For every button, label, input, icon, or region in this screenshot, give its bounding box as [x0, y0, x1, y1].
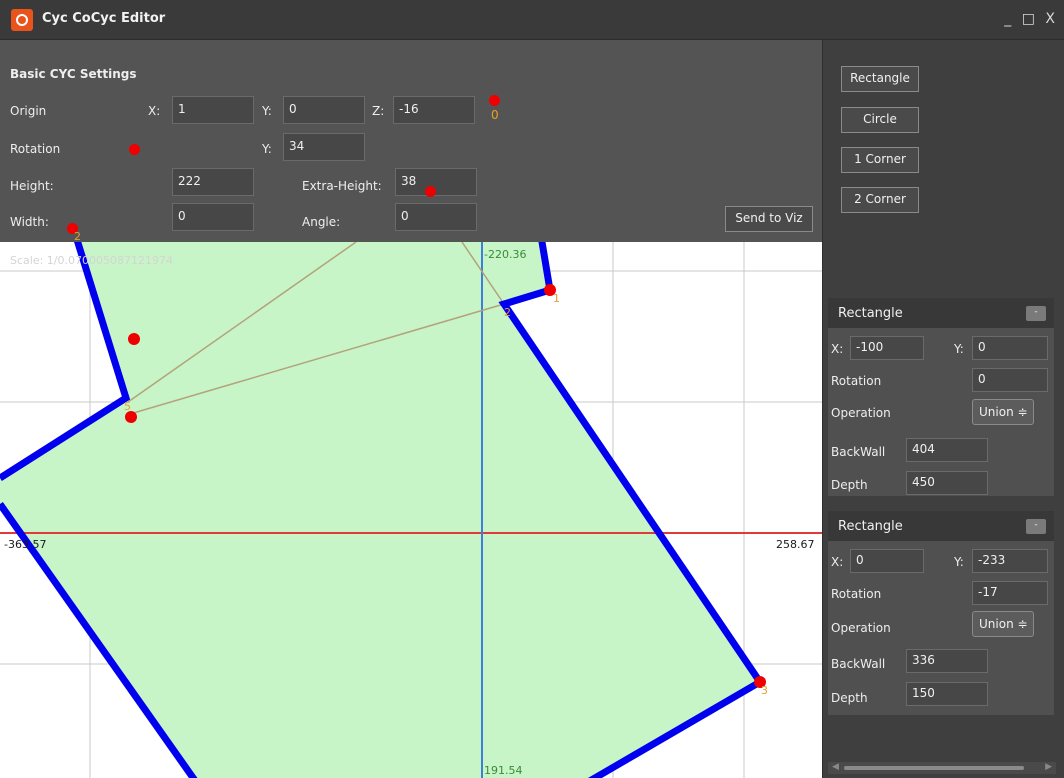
shape-rotation-label: Rotation [831, 587, 882, 601]
shape-backwall-input[interactable]: 404 [906, 438, 988, 462]
x-axis-right-label: 258.67 [776, 538, 815, 551]
origin-marker-label: 0 [491, 108, 499, 122]
shape-operation-label: Operation [831, 406, 891, 420]
shape-card-title: Rectangle [838, 306, 903, 321]
cyc-canvas[interactable]: Scale: 1/0.070005087121974 -220.36 191.5… [0, 242, 822, 778]
shape-x-label: X: [831, 555, 844, 569]
vertex-label: 3 [761, 684, 768, 697]
shape-card-rectangle-2: Rectangle - X: 0 Y: -233 Rotation -17 Op… [828, 511, 1054, 715]
scrollbar-thumb[interactable] [844, 766, 1024, 770]
rotation-point-marker[interactable] [129, 144, 140, 155]
scale-label: Scale: 1/0.070005087121974 [10, 254, 173, 267]
add-1-corner-button[interactable]: 1 Corner [841, 147, 919, 173]
origin-y-input[interactable]: 0 [283, 96, 365, 124]
width-input[interactable]: 0 [172, 203, 254, 231]
extra-height-input[interactable]: 38 [395, 168, 477, 196]
shape-depth-input[interactable]: 450 [906, 471, 988, 495]
send-to-viz-button[interactable]: Send to Viz [725, 206, 813, 232]
shape-x-input[interactable]: -100 [850, 336, 924, 360]
shape-card-title: Rectangle [838, 519, 903, 534]
shape-backwall-label: BackWall [831, 657, 886, 671]
origin-z-input[interactable]: -16 [393, 96, 475, 124]
shape-operation-select[interactable]: Union ≑ [972, 399, 1034, 425]
shape-card-header: Rectangle - [828, 511, 1054, 541]
y-axis-bottom-label: 191.54 [484, 764, 523, 777]
add-rectangle-button[interactable]: Rectangle [841, 66, 919, 92]
vertex-label: 1 [553, 292, 560, 305]
height-label: Height: [10, 179, 54, 193]
shape-operation-select[interactable]: Union ≑ [972, 611, 1034, 637]
scroll-right-icon[interactable]: ▶ [1045, 762, 1052, 772]
shape-depth-label: Depth [831, 478, 868, 492]
rotation-y-input[interactable]: 34 [283, 133, 365, 161]
collapse-button[interactable]: - [1026, 306, 1046, 321]
shape-backwall-input[interactable]: 336 [906, 649, 988, 673]
window-title: Cyc CoCyc Editor [42, 11, 166, 26]
shape-y-label: Y: [954, 555, 964, 569]
extra-height-point-marker[interactable] [425, 186, 436, 197]
shape-rotation-input[interactable]: -17 [972, 581, 1048, 605]
shape-y-label: Y: [954, 342, 964, 356]
shape-card-rectangle-1: Rectangle - X: -100 Y: 0 Rotation 0 Oper… [828, 298, 1054, 496]
vertex-label: 2 [504, 306, 511, 319]
add-circle-button[interactable]: Circle [841, 107, 919, 133]
shape-x-input[interactable]: 0 [850, 549, 924, 573]
title-bar: Cyc CoCyc Editor _ □ X [0, 0, 1064, 40]
origin-x-input[interactable]: 1 [172, 96, 254, 124]
shape-depth-label: Depth [831, 691, 868, 705]
origin-z-label: Z: [372, 104, 385, 118]
scroll-left-icon[interactable]: ◀ [832, 762, 839, 772]
y-axis-top-label: -220.36 [484, 248, 527, 261]
shape-operation-label: Operation [831, 621, 891, 635]
collapse-button[interactable]: - [1026, 519, 1046, 534]
width-label: Width: [10, 215, 49, 229]
shape-x-label: X: [831, 342, 844, 356]
cyc-drawing [0, 242, 822, 778]
window-controls[interactable]: _ □ X [1004, 11, 1058, 27]
rotation-y-label: Y: [262, 142, 272, 156]
rotation-label: Rotation [10, 142, 61, 156]
shape-y-input[interactable]: -233 [972, 549, 1048, 573]
x-axis-left-label: -363.57 [4, 538, 47, 551]
add-2-corner-button[interactable]: 2 Corner [841, 187, 919, 213]
basic-settings-panel: Basic CYC Settings Origin X: 1 Y: 0 Z: -… [0, 40, 822, 242]
vertex-label: 2 [74, 230, 81, 243]
extra-height-label: Extra-Height: [302, 179, 382, 193]
origin-x-label: X: [148, 104, 161, 118]
shape-backwall-label: BackWall [831, 445, 886, 459]
shape-depth-input[interactable]: 150 [906, 682, 988, 706]
app-logo-icon [11, 9, 33, 31]
shape-y-input[interactable]: 0 [972, 336, 1048, 360]
settings-heading: Basic CYC Settings [10, 67, 137, 81]
angle-input[interactable]: 0 [395, 203, 477, 231]
shape-card-header: Rectangle - [828, 298, 1054, 328]
shape-rotation-input[interactable]: 0 [972, 368, 1048, 392]
side-panel-scrollbar[interactable]: ◀ ▶ [828, 762, 1056, 774]
origin-y-label: Y: [262, 104, 272, 118]
shape-rotation-label: Rotation [831, 374, 882, 388]
height-input[interactable]: 222 [172, 168, 254, 196]
origin-label: Origin [10, 104, 47, 118]
angle-label: Angle: [302, 215, 341, 229]
origin-point-marker[interactable] [489, 95, 500, 106]
vertex-label: 5 [124, 400, 131, 413]
